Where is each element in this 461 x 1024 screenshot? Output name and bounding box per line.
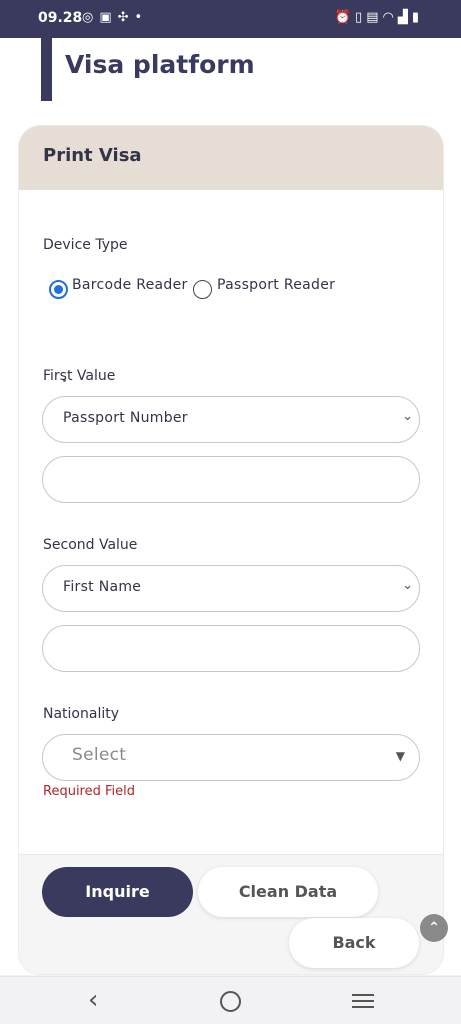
pinwheel-icon: ✣: [117, 10, 135, 25]
print-visa-card: Print Visa Device Type Barcode Reader Pa…: [18, 125, 444, 975]
recents-icon[interactable]: [352, 994, 374, 1012]
nationality-label: Nationality: [43, 706, 120, 722]
second-value-label: Second Value: [43, 537, 138, 553]
inquire-button[interactable]: Inquire: [42, 867, 193, 917]
chevron-down-icon: ⌄: [402, 578, 413, 593]
instagram-icon: ◎: [82, 10, 100, 25]
second-value-select-value: First Name: [63, 579, 142, 595]
nationality-select-value: Select: [72, 745, 127, 765]
dot-icon: •: [134, 10, 149, 25]
barcode-reader-radio[interactable]: [49, 280, 68, 299]
second-value-select[interactable]: First Name ⌄: [42, 565, 420, 612]
passport-reader-label[interactable]: Passport Reader: [217, 277, 335, 293]
card-title: Print Visa: [43, 145, 142, 166]
clean-data-button[interactable]: Clean Data: [198, 867, 378, 917]
alarm-icon: ⏰: [334, 10, 356, 25]
first-value-label: First Value: [43, 368, 116, 384]
device-type-label: Device Type: [43, 237, 128, 253]
system-nav-bar: ‹: [0, 976, 461, 1024]
back-button[interactable]: Back: [289, 918, 419, 968]
passport-reader-radio[interactable]: [193, 280, 212, 299]
wifi-icon: ◠: [382, 10, 398, 25]
scroll-to-top-icon[interactable]: ⌃: [420, 914, 448, 942]
bag-icon: ▣: [99, 10, 118, 25]
first-value-input[interactable]: [42, 456, 420, 503]
back-icon[interactable]: ‹: [88, 985, 98, 1015]
card-header: Print Visa: [19, 126, 443, 190]
status-time: 09.28: [38, 10, 83, 26]
status-right-icons: ⏰▯▤◠▟▮: [335, 10, 423, 25]
status-bar: 09.28 ◎▣✣• ⏰▯▤◠▟▮: [0, 0, 461, 38]
title-accent-bar: [41, 38, 52, 101]
first-value-select[interactable]: Passport Number ⌄: [42, 396, 420, 443]
nationality-error: Required Field: [43, 784, 135, 799]
first-value-select-value: Passport Number: [63, 410, 188, 426]
page-content: Visa platform Print Visa Device Type Bar…: [0, 38, 461, 975]
chevron-down-icon: ⌄: [402, 409, 413, 424]
nationality-select[interactable]: Select ▼: [42, 734, 420, 781]
signal-icon: ▟: [397, 10, 412, 25]
battery-icon: ▮: [411, 10, 423, 25]
second-value-input[interactable]: [42, 625, 420, 672]
status-left-icons: ◎▣✣•: [82, 10, 148, 25]
vibrate-icon: ▯: [355, 10, 367, 25]
caret-down-icon: ▼: [395, 749, 405, 763]
volte-icon: ▤: [366, 10, 383, 25]
home-icon[interactable]: [220, 991, 241, 1012]
barcode-reader-label[interactable]: Barcode Reader: [72, 277, 188, 293]
page-title: Visa platform: [65, 50, 255, 79]
